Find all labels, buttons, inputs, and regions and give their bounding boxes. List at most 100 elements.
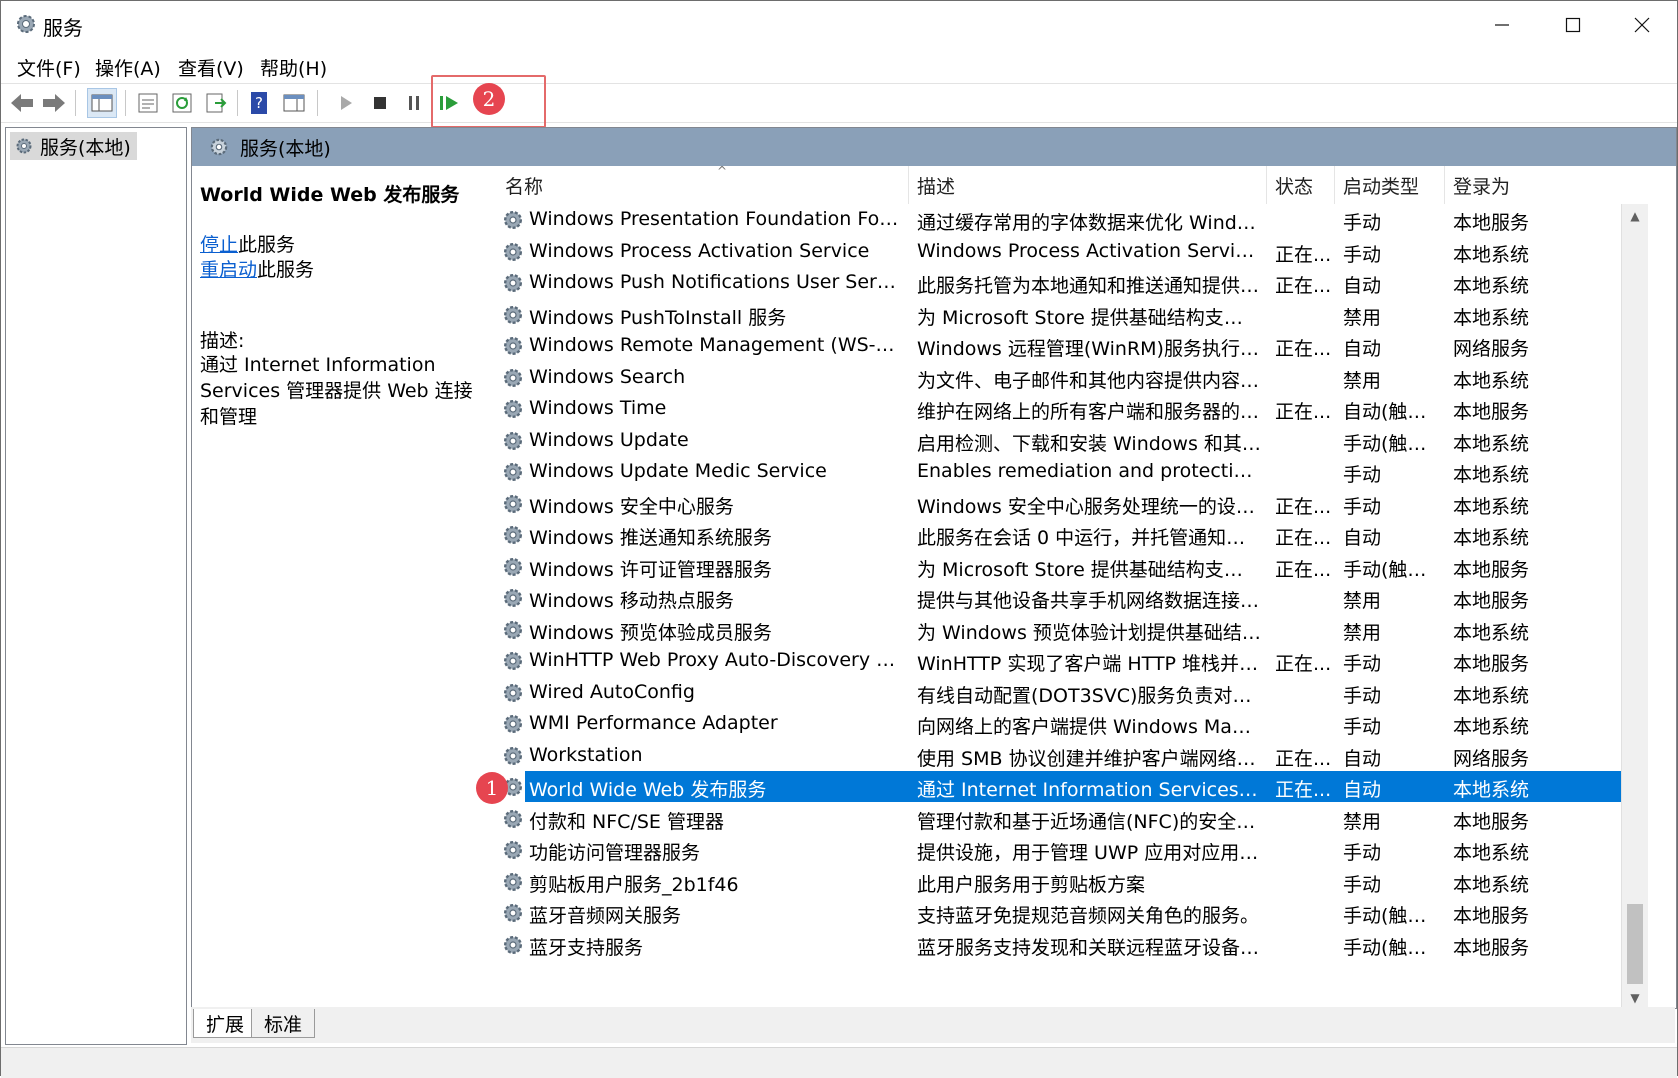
service-row[interactable]: Windows Push Notifications User Service_… bbox=[497, 267, 1647, 298]
menu-help[interactable]: 帮助(H) bbox=[260, 54, 327, 81]
properties-button[interactable] bbox=[133, 88, 163, 118]
service-name: Windows Push Notifications User Service_… bbox=[529, 271, 905, 293]
start-service-button[interactable] bbox=[331, 88, 361, 118]
show-action-pane-button[interactable] bbox=[279, 88, 309, 118]
service-row[interactable]: Windows 移动热点服务 提供与其他设备共享手机网络数据连接的功... 禁用 本地… bbox=[497, 582, 1647, 613]
service-name: Windows Update Medic Service bbox=[529, 460, 827, 482]
service-row[interactable]: Windows 许可证管理器服务 为 Microsoft Store 提供基础结构… bbox=[497, 551, 1647, 582]
service-description: 使用 SMB 协议创建并维护客户端网络与远... bbox=[917, 747, 1261, 770]
service-row[interactable]: Windows 预览体验成员服务 为 Windows 预览体验计划提供基础结构支.… bbox=[497, 614, 1647, 645]
service-row[interactable]: Windows 安全中心服务 Windows 安全中心服务处理统一的设备保护...… bbox=[497, 488, 1647, 519]
menu-file[interactable]: 文件(F) bbox=[17, 54, 81, 81]
column-header-status[interactable]: 状态 bbox=[1267, 166, 1335, 204]
service-row[interactable]: Workstation 使用 SMB 协议创建并维护客户端网络与远... 正在...… bbox=[497, 740, 1647, 771]
close-button[interactable] bbox=[1607, 1, 1677, 49]
service-gear-icon bbox=[504, 935, 522, 954]
description-label: 描述: bbox=[200, 330, 245, 352]
stop-service-button[interactable] bbox=[365, 88, 395, 118]
service-logon-as: 本地系统 bbox=[1453, 621, 1530, 644]
service-row[interactable]: Windows Update 启用检测、下载和安装 Windows 和其他程...… bbox=[497, 425, 1647, 456]
menu-action[interactable]: 操作(A) bbox=[95, 54, 161, 81]
column-name-label: 名称 bbox=[505, 175, 544, 198]
restart-service-link[interactable]: 重启动 bbox=[200, 259, 257, 281]
tab-standard[interactable]: 标准 bbox=[251, 1009, 316, 1038]
service-logon-as: 本地系统 bbox=[1453, 873, 1530, 896]
service-logon-as: 本地系统 bbox=[1453, 306, 1530, 329]
service-row[interactable]: 剪贴板用户服务_2b1f46 此用户服务用于剪贴板方案 手动 本地系统 bbox=[497, 866, 1647, 897]
back-button[interactable] bbox=[7, 88, 37, 118]
service-status: 正在... bbox=[1275, 653, 1332, 675]
view-tabs: 扩展 标准 bbox=[191, 1007, 1675, 1043]
help-button[interactable]: ? bbox=[245, 88, 275, 118]
service-description: 此服务在会话 0 中运行，并托管通知平台和... bbox=[917, 527, 1261, 549]
service-row[interactable]: 蓝牙支持服务 蓝牙服务支持发现和关联远程蓝牙设备。停... 手动(触发... 本地服务 bbox=[497, 929, 1647, 957]
export-list-button[interactable] bbox=[201, 88, 231, 118]
service-row[interactable]: Windows Search 为文件、电子邮件和其他内容提供内容索引... 禁用 本地… bbox=[497, 362, 1647, 393]
service-logon-as: 本地服务 bbox=[1453, 810, 1530, 833]
service-name: Wired AutoConfig bbox=[529, 680, 695, 703]
service-gear-icon bbox=[504, 683, 522, 702]
column-header-name[interactable]: 名称 ^ bbox=[497, 164, 909, 204]
service-row[interactable]: Wired AutoConfig 有线自动配置(DOT3SVC)服务负责对以太网.… bbox=[497, 677, 1647, 708]
service-description: 通过缓存常用的字体数据来优化 Windows P... bbox=[917, 212, 1261, 234]
service-logon-as: 本地系统 bbox=[1453, 779, 1530, 801]
properties-icon bbox=[138, 93, 158, 113]
service-name: Windows Remote Management (WS-Managem... bbox=[529, 334, 905, 356]
maximize-button[interactable] bbox=[1538, 1, 1608, 49]
service-row[interactable]: 付款和 NFC/SE 管理器 管理付款和基于近场通信(NFC)的安全元件。 禁用 本地… bbox=[497, 803, 1647, 834]
forward-button[interactable] bbox=[39, 88, 69, 118]
back-arrow-icon bbox=[11, 94, 33, 112]
service-status: 正在... bbox=[1275, 401, 1332, 423]
service-name: 功能访问管理器服务 bbox=[529, 842, 701, 864]
service-logon-as: 本地服务 bbox=[1453, 212, 1530, 234]
service-row[interactable]: Windows PushToInstall 服务 为 Microsoft Stor… bbox=[497, 299, 1647, 330]
service-name: Windows Search bbox=[529, 365, 686, 388]
service-logon-as: 本地系统 bbox=[1453, 684, 1530, 707]
toolbar-separator bbox=[125, 90, 126, 116]
svg-text:?: ? bbox=[255, 94, 263, 112]
column-header-startup-type[interactable]: 启动类型 bbox=[1335, 166, 1445, 204]
service-row[interactable]: Windows Time 维护在网络上的所有客户端和服务器的时间... 正在... 自… bbox=[497, 393, 1647, 424]
service-row[interactable]: Windows Remote Management (WS-Managem...… bbox=[497, 330, 1647, 361]
maximize-icon bbox=[1565, 17, 1581, 33]
stop-service-link[interactable]: 停止 bbox=[200, 234, 238, 256]
scroll-up-icon[interactable]: ▲ bbox=[1622, 204, 1648, 228]
tree-item-services-local[interactable]: 服务(本地) bbox=[10, 132, 137, 160]
service-startup-type: 自动 bbox=[1343, 338, 1382, 360]
scrollbar-thumb[interactable] bbox=[1627, 904, 1643, 984]
column-header-description[interactable]: 描述 bbox=[909, 166, 1267, 204]
description-text: 通过 Internet Information Services 管理器提供 W… bbox=[200, 354, 473, 428]
vertical-scrollbar[interactable]: ▲ ▼ bbox=[1621, 204, 1648, 1008]
service-name: WinHTTP Web Proxy Auto-Discovery Service bbox=[529, 649, 905, 671]
sort-ascending-icon: ^ bbox=[717, 164, 728, 178]
service-logon-as: 本地系统 bbox=[1453, 275, 1530, 297]
service-row[interactable]: 功能访问管理器服务 提供设施，用于管理 UWP 应用对应用功能... 手动 本地系统 bbox=[497, 834, 1647, 865]
service-gear-icon bbox=[504, 211, 522, 229]
service-row[interactable]: Windows Update Medic Service Enables reme… bbox=[497, 456, 1647, 487]
column-status-label: 状态 bbox=[1275, 175, 1314, 198]
service-row[interactable]: WinHTTP Web Proxy Auto-Discovery Service… bbox=[497, 645, 1647, 676]
refresh-button[interactable] bbox=[167, 88, 197, 118]
service-row[interactable]: 蓝牙音频网关服务 支持蓝牙免提规范音频网关角色的服务。 手动(触发... 本地服务 bbox=[497, 897, 1647, 928]
scroll-down-icon[interactable]: ▼ bbox=[1622, 986, 1648, 1008]
column-header-logon-as[interactable]: 登录为 bbox=[1445, 166, 1545, 204]
service-description: 为 Windows 预览体验计划提供基础结构支... bbox=[917, 621, 1261, 644]
service-name: 蓝牙音频网关服务 bbox=[529, 905, 682, 927]
service-gear-icon bbox=[504, 620, 522, 639]
service-startup-type: 手动(触发... bbox=[1343, 558, 1441, 581]
service-row[interactable]: Windows 推送通知系统服务 此服务在会话 0 中运行，并托管通知平台和...… bbox=[497, 519, 1647, 550]
service-description: 支持蓝牙免提规范音频网关角色的服务。 bbox=[917, 905, 1260, 927]
play-icon bbox=[341, 96, 352, 110]
service-name: 蓝牙支持服务 bbox=[529, 936, 644, 957]
service-row[interactable]: Windows Presentation Foundation Font Cac… bbox=[497, 204, 1647, 235]
service-row[interactable]: World Wide Web 发布服务 通过 Internet Informati… bbox=[497, 771, 1647, 802]
service-row[interactable]: WMI Performance Adapter 向网络上的客户端提供 Window… bbox=[497, 708, 1647, 739]
menu-view[interactable]: 查看(V) bbox=[178, 54, 244, 81]
tab-extended[interactable]: 扩展 bbox=[193, 1009, 258, 1038]
service-startup-type: 手动 bbox=[1343, 842, 1382, 864]
show-hide-console-tree-button[interactable] bbox=[87, 88, 117, 118]
minimize-button[interactable] bbox=[1467, 1, 1537, 49]
service-row[interactable]: Windows Process Activation Service Window… bbox=[497, 236, 1647, 267]
service-startup-type: 手动 bbox=[1343, 212, 1382, 234]
pause-service-button[interactable] bbox=[399, 88, 429, 118]
